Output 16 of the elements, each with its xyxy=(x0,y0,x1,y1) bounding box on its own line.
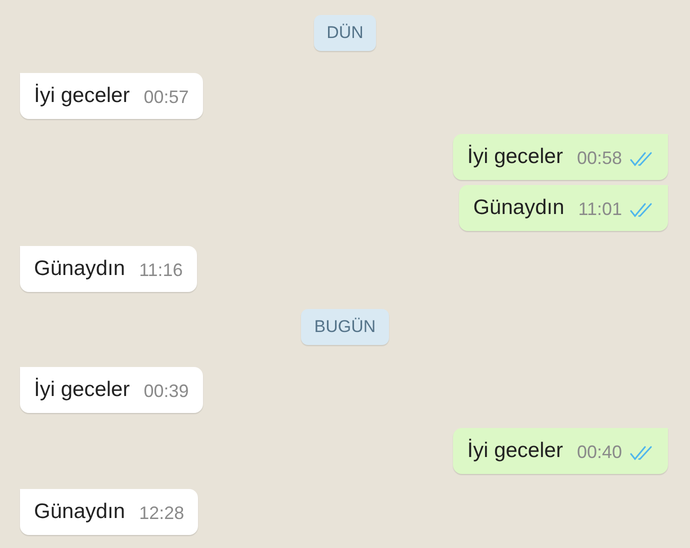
message-time: 00:57 xyxy=(144,87,189,108)
message-text: İyi geceler xyxy=(34,84,130,108)
message-text: İyi geceler xyxy=(467,439,563,463)
message-time: 00:58 xyxy=(576,148,622,169)
message-text: İyi geceler xyxy=(467,145,563,169)
message-text: Günaydın xyxy=(34,500,126,524)
message-time: 00:39 xyxy=(144,381,189,402)
message-time: 11:01 xyxy=(578,199,622,220)
message-text: Günaydın xyxy=(473,196,564,220)
date-label: DÜN xyxy=(314,15,376,51)
message-time: 00:40 xyxy=(576,442,622,463)
message-time: 12:28 xyxy=(139,503,184,524)
message-time: 11:16 xyxy=(139,260,183,281)
date-label: BUGÜN xyxy=(301,309,389,345)
message-text: Günaydın xyxy=(34,257,126,281)
message-text: İyi geceler xyxy=(34,378,130,402)
